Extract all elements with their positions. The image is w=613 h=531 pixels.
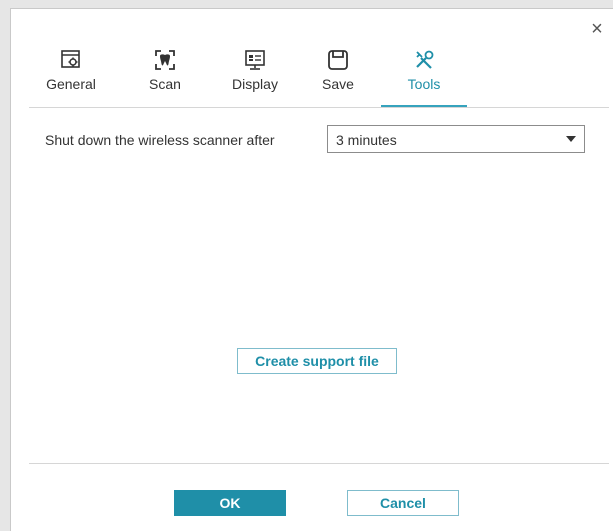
tab-label: General [46,76,96,92]
shutdown-timer-select[interactable]: 3 minutes [327,125,585,153]
save-icon [328,50,348,70]
ok-button[interactable]: OK [174,490,286,516]
display-icon [245,50,265,70]
tools-icon [416,50,434,69]
tab-label: Tools [407,76,441,92]
tab-label: Save [322,76,354,92]
scan-icon [155,50,175,70]
tab-general[interactable]: General [43,43,99,107]
tab-tools[interactable]: Tools [381,43,467,107]
tab-bar: General Scan Display Save Tools [29,43,609,107]
close-icon: × [591,18,603,40]
tab-display[interactable]: Display [225,43,285,107]
tab-scan[interactable]: Scan [137,43,193,107]
close-button[interactable]: × [587,19,607,39]
shutdown-timer-label: Shut down the wireless scanner after [45,132,275,148]
tab-save[interactable]: Save [315,43,361,107]
footer-divider [29,463,609,464]
settings-dialog: × General Scan Display Save Tools Shut d… [10,8,613,531]
tab-divider [29,107,609,108]
shutdown-timer-value: 3 minutes [336,132,397,148]
settings-window-icon [61,50,80,68]
tab-label: Scan [149,76,181,92]
create-support-file-button[interactable]: Create support file [237,348,397,374]
cancel-button[interactable]: Cancel [347,490,459,516]
tab-label: Display [232,76,278,92]
dropdown-arrow-icon [566,136,576,142]
